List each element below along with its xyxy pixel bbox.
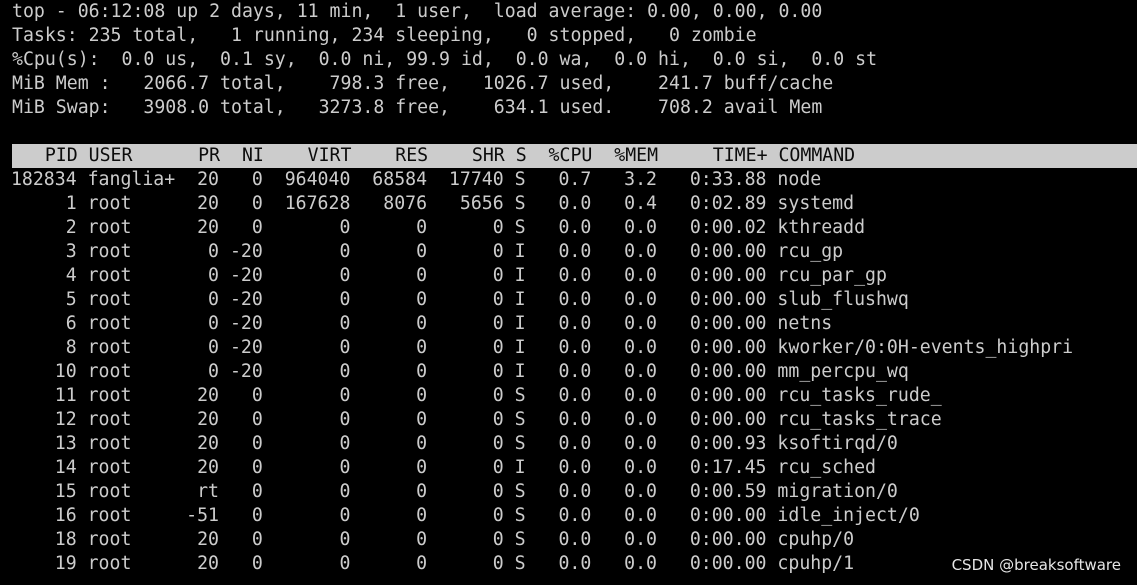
table-row: 182834 fanglia+ 20 0 964040 68584 17740 …	[0, 169, 822, 190]
swap-line: MiB Swap: 3908.0 total, 3273.8 free, 634…	[12, 97, 823, 118]
table-row: 5 root 0 -20 0 0 0 I 0.0 0.0 0:00.00 slu…	[0, 289, 909, 310]
table-row: 15 root rt 0 0 0 0 S 0.0 0.0 0:00.59 mig…	[0, 481, 898, 502]
table-row: 10 root 0 -20 0 0 0 I 0.0 0.0 0:00.00 mm…	[0, 361, 909, 382]
terminal-window[interactable]: top - 06:12:08 up 2 days, 11 min, 1 user…	[0, 0, 1137, 585]
cpu-line: %Cpu(s): 0.0 us, 0.1 sy, 0.0 ni, 99.9 id…	[12, 49, 878, 70]
table-row: 14 root 20 0 0 0 0 I 0.0 0.0 0:17.45 rcu…	[0, 457, 876, 478]
table-row: 18 root 20 0 0 0 0 S 0.0 0.0 0:00.00 cpu…	[0, 529, 855, 550]
tasks-line: Tasks: 235 total, 1 running, 234 sleepin…	[12, 25, 757, 46]
uptime-line: top - 06:12:08 up 2 days, 11 min, 1 user…	[12, 1, 823, 22]
table-row: 4 root 0 -20 0 0 0 I 0.0 0.0 0:00.00 rcu…	[0, 265, 887, 286]
table-row: 12 root 20 0 0 0 0 S 0.0 0.0 0:00.00 rcu…	[0, 409, 942, 430]
column-headers: PID USER PR NI VIRT RES SHR S %CPU %MEM …	[12, 145, 856, 166]
table-row: 6 root 0 -20 0 0 0 I 0.0 0.0 0:00.00 net…	[0, 313, 833, 334]
table-row: 19 root 20 0 0 0 0 S 0.0 0.0 0:00.00 cpu…	[0, 553, 855, 574]
table-row: 13 root 20 0 0 0 0 S 0.0 0.0 0:00.93 kso…	[0, 433, 898, 454]
mem-line: MiB Mem : 2066.7 total, 798.3 free, 1026…	[12, 73, 834, 94]
table-row: 3 root 0 -20 0 0 0 I 0.0 0.0 0:00.00 rcu…	[0, 241, 844, 262]
table-row: 11 root 20 0 0 0 0 S 0.0 0.0 0:00.00 rcu…	[0, 385, 942, 406]
process-table-header: PID USER PR NI VIRT RES SHR S %CPU %MEM …	[12, 144, 1137, 168]
watermark: CSDN @breaksoftware	[951, 556, 1121, 574]
table-row: 1 root 20 0 167628 8076 5656 S 0.0 0.4 0…	[0, 193, 855, 214]
table-row: 16 root -51 0 0 0 0 S 0.0 0.0 0:00.00 id…	[0, 505, 920, 526]
table-row: 2 root 20 0 0 0 0 S 0.0 0.0 0:00.02 kthr…	[0, 217, 866, 238]
table-row: 8 root 0 -20 0 0 0 I 0.0 0.0 0:00.00 kwo…	[0, 337, 1074, 358]
